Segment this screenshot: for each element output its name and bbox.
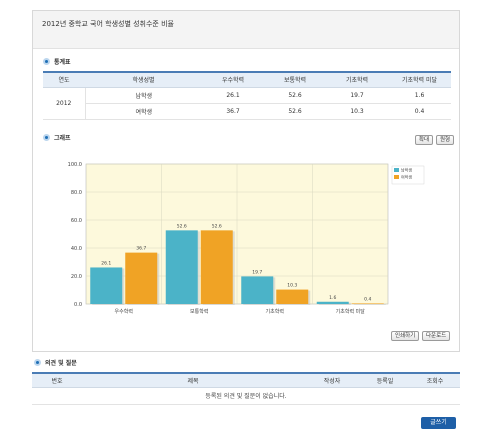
comments-section-title: 의견 및 질문	[45, 360, 77, 367]
year-cell: 2012	[43, 87, 86, 120]
comments-section-header: 의견 및 질문	[34, 358, 77, 367]
data-label: 36.7	[136, 246, 146, 252]
bullet-icon	[43, 134, 50, 141]
col-header-normal: 보통학력	[264, 71, 326, 88]
bar-chart: 0.0 20.0 40.0 60.0 80.0 100.0 26.1 36.7 우수학력 52.6…	[68, 162, 425, 315]
bar	[351, 303, 384, 304]
col-header-below-basic: 기초학력 미달	[388, 71, 451, 88]
bullet-icon	[43, 58, 50, 65]
write-button[interactable]: 글쓰기	[421, 417, 456, 429]
stat-section-header: 통계표	[43, 57, 71, 66]
value-cell: 10.3	[326, 103, 388, 120]
page-title: 2012년 중학교 국어 학생성별 성취수준 비율	[33, 11, 459, 49]
x-tick-label: 우수학력	[115, 308, 133, 315]
data-label: 1.6	[329, 295, 336, 301]
y-tick-label: 40.0	[71, 246, 82, 252]
data-label: 52.6	[212, 223, 222, 229]
y-tick-label: 80.0	[71, 190, 82, 196]
col-header-subject: 제목	[82, 372, 304, 388]
col-header-views: 조회수	[410, 372, 460, 388]
stat-table: 연도 학생성별 우수학력 보통학력 기초학력 기초학력 미달 2012 남학생 …	[43, 71, 451, 120]
bullet-icon	[34, 359, 41, 366]
bar	[125, 252, 158, 304]
graph-section-header: 그래프	[43, 133, 71, 142]
value-cell: 36.7	[202, 103, 264, 120]
col-header-number: 번호	[32, 372, 82, 388]
value-cell: 52.6	[264, 103, 326, 120]
value-cell: 19.7	[326, 87, 388, 104]
y-tick-label: 20.0	[71, 274, 82, 280]
y-tick-label: 100.0	[68, 162, 82, 168]
empty-message: 등록된 의견 및 질문이 없습니다.	[32, 387, 460, 405]
col-header-year: 연도	[43, 71, 85, 88]
enlarge-button[interactable]: 확대	[415, 135, 434, 145]
x-tick-label: 기초학력	[266, 308, 284, 315]
bar	[90, 267, 123, 304]
table-row: 등록된 의견 및 질문이 없습니다.	[32, 387, 460, 405]
data-label: 26.1	[101, 260, 111, 266]
col-header-gender: 학생성별	[85, 71, 202, 88]
bar	[241, 276, 274, 304]
value-cell: 0.4	[388, 103, 451, 120]
table-row: 2012 남학생 26.1 52.6 19.7 1.6	[43, 87, 451, 120]
data-label: 0.4	[364, 296, 371, 302]
data-label: 52.6	[177, 223, 187, 229]
stat-section-title: 통계표	[54, 59, 71, 66]
y-tick-label: 0.0	[74, 302, 82, 308]
graph-section-title: 그래프	[54, 135, 71, 142]
value-cell: 1.6	[388, 87, 451, 104]
bar	[165, 230, 198, 304]
col-header-author: 작성자	[304, 372, 360, 388]
x-tick-label: 보통학력	[190, 308, 208, 315]
legend-swatch	[394, 175, 399, 179]
data-label: 10.3	[287, 283, 297, 289]
bar	[276, 289, 309, 304]
table-row: 여학생 36.7 52.6 10.3 0.4	[43, 103, 451, 120]
col-header-basic: 기초학력	[326, 71, 388, 88]
bar-shadow	[353, 304, 386, 305]
data-label: 19.7	[252, 269, 262, 275]
col-header-date: 등록일	[360, 372, 410, 388]
gender-cell: 남학생	[85, 87, 202, 104]
y-tick-label: 60.0	[71, 218, 82, 224]
comments-table: 번호 제목 작성자 등록일 조회수 등록된 의견 및 질문이 없습니다.	[32, 372, 460, 405]
bar	[316, 301, 349, 304]
download-button[interactable]: 다운로드	[422, 331, 451, 341]
value-cell: 26.1	[202, 87, 264, 104]
bar	[200, 230, 233, 304]
original-size-button[interactable]: 원형	[436, 135, 455, 145]
value-cell: 52.6	[264, 87, 326, 104]
legend-label: 남학생	[401, 167, 412, 173]
x-tick-label: 기초학력 미달	[336, 308, 366, 315]
gender-cell: 여학생	[85, 103, 202, 120]
legend-label: 여학생	[401, 174, 412, 180]
legend-swatch	[394, 168, 399, 172]
print-button[interactable]: 인쇄하기	[391, 331, 420, 341]
col-header-excellent: 우수학력	[202, 71, 264, 88]
